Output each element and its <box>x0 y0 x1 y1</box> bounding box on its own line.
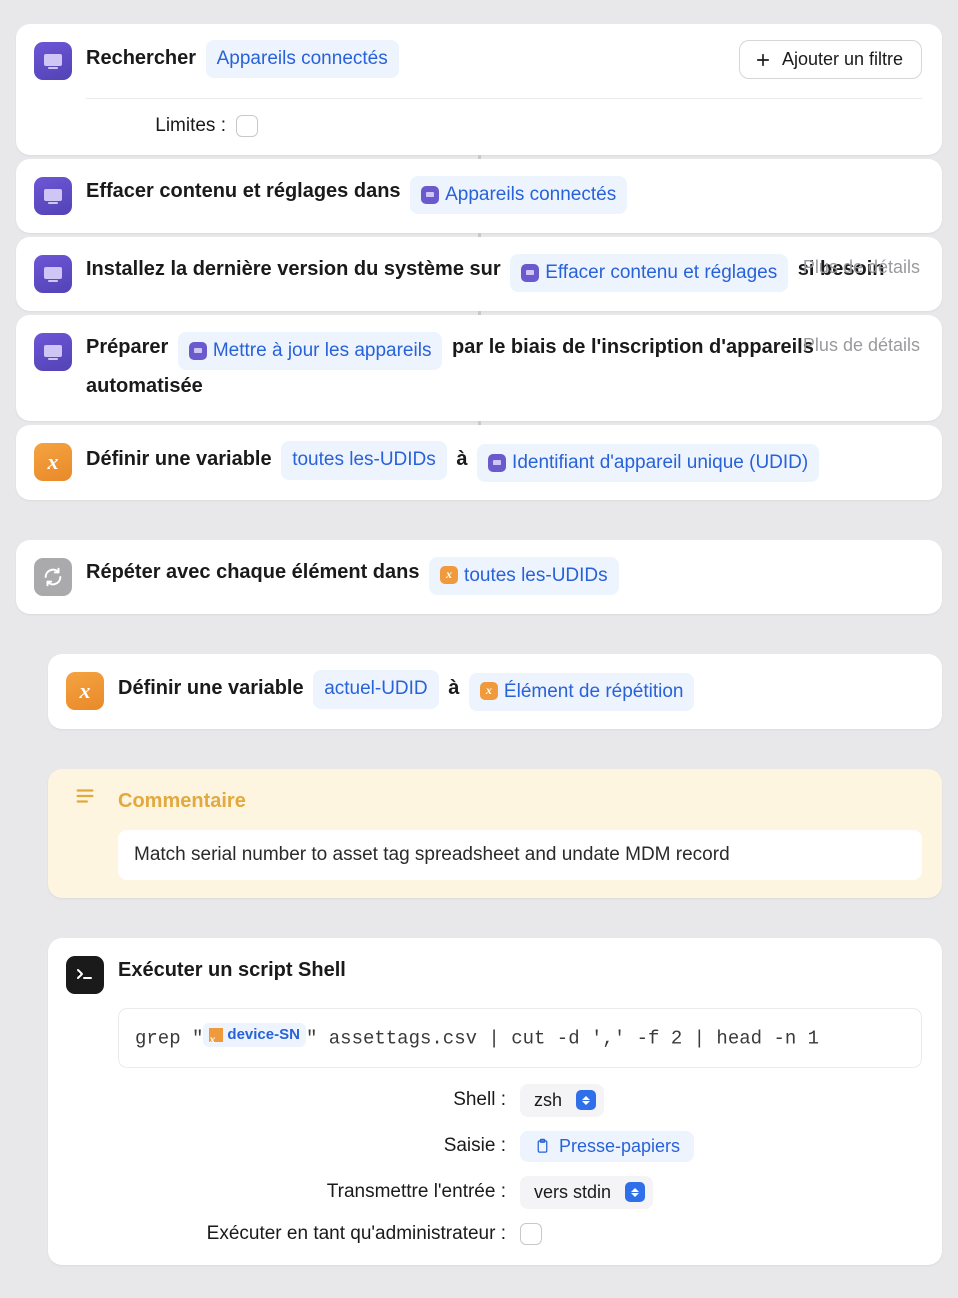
action-repeat[interactable]: Répéter avec chaque élément dans x toute… <box>16 540 942 614</box>
variable-value-token[interactable]: x Élément de répétition <box>469 673 695 711</box>
variable-mini-icon: x <box>480 682 498 700</box>
action-mid: à <box>448 677 459 699</box>
action-set-variable-current-udid[interactable]: x Définir une variable actuel-UDID à x É… <box>48 654 942 729</box>
param-admin: Exécuter en tant qu'administrateur : <box>66 1223 922 1245</box>
device-mini-icon <box>189 342 207 360</box>
param-pass-input: Transmettre l'entrée : vers stdin <box>66 1176 922 1209</box>
configurator-icon <box>34 177 72 215</box>
input-label: Saisie : <box>66 1135 506 1157</box>
action-title: Exécuter un script Shell <box>118 959 346 981</box>
param-shell: Shell : zsh <box>66 1084 922 1117</box>
action-set-variable-all-udids[interactable]: x Définir une variable toutes les-UDIDs … <box>16 425 942 500</box>
configurator-icon <box>34 333 72 371</box>
action-install[interactable]: Installez la dernière version du système… <box>16 237 942 311</box>
limits-checkbox[interactable] <box>236 115 258 137</box>
action-erase[interactable]: Effacer contenu et réglages dans Apparei… <box>16 159 942 233</box>
clipboard-icon <box>534 1138 551 1155</box>
chevron-updown-icon <box>576 1090 596 1110</box>
limits-label: Limites : <box>86 115 226 137</box>
repeat-icon <box>34 558 72 596</box>
action-comment[interactable]: Commentaire Match serial number to asset… <box>48 769 942 898</box>
shell-label: Shell : <box>66 1089 506 1111</box>
param-token-update-devices[interactable]: Mettre à jour les appareils <box>178 332 443 370</box>
admin-label: Exécuter en tant qu'administrateur : <box>66 1223 506 1245</box>
param-token-connected-devices[interactable]: Appareils connectés <box>410 176 627 214</box>
param-input: Saisie : Presse-papiers <box>66 1131 922 1162</box>
admin-checkbox[interactable] <box>520 1223 542 1245</box>
action-search[interactable]: Rechercher Appareils connectés Ajouter u… <box>16 24 942 155</box>
configurator-icon <box>34 42 72 80</box>
action-title: Définir une variable <box>118 677 304 699</box>
action-prepare[interactable]: Préparer Mettre à jour les appareils par… <box>16 315 942 421</box>
action-title: Installez la dernière version du système… <box>86 258 501 280</box>
param-token-erase-result[interactable]: Effacer contenu et réglages <box>510 254 788 292</box>
variable-mini-icon: x <box>209 1028 223 1042</box>
more-details-link[interactable]: Plus de détails <box>803 335 920 356</box>
comment-text[interactable]: Match serial number to asset tag spreads… <box>118 830 922 880</box>
variable-name-token[interactable]: toutes les-UDIDs <box>281 441 447 479</box>
action-title: Répéter avec chaque élément dans <box>86 561 419 583</box>
script-variable-token[interactable]: xdevice-SN <box>203 1023 306 1048</box>
device-mini-icon <box>421 186 439 204</box>
configurator-icon <box>34 255 72 293</box>
more-details-link[interactable]: Plus de détails <box>803 257 920 278</box>
action-run-shell-script[interactable]: Exécuter un script Shell grep "xdevice-S… <box>48 938 942 1265</box>
pass-label: Transmettre l'entrée : <box>66 1181 506 1203</box>
terminal-icon <box>66 956 104 994</box>
action-title: Rechercher <box>86 47 196 69</box>
limits-row: Limites : <box>86 98 922 137</box>
action-title: Effacer contenu et réglages dans <box>86 180 401 202</box>
variable-value-token[interactable]: Identifiant d'appareil unique (UDID) <box>477 444 819 482</box>
comment-title: Commentaire <box>118 790 246 812</box>
plus-icon <box>754 51 772 69</box>
action-title: Préparer <box>86 336 168 358</box>
variable-mini-icon: x <box>440 566 458 584</box>
param-token-connected-devices[interactable]: Appareils connectés <box>206 40 399 78</box>
device-mini-icon <box>488 454 506 472</box>
comment-icon <box>66 785 104 807</box>
action-title: Définir une variable <box>86 448 272 470</box>
variable-name-token[interactable]: actuel-UDID <box>313 670 438 708</box>
pass-input-select[interactable]: vers stdin <box>520 1176 653 1209</box>
variable-icon: x <box>34 443 72 481</box>
repeat-collection-token[interactable]: x toutes les-UDIDs <box>429 557 619 595</box>
action-mid: à <box>456 448 467 470</box>
chevron-updown-icon <box>625 1182 645 1202</box>
device-mini-icon <box>521 264 539 282</box>
input-clipboard-token[interactable]: Presse-papiers <box>520 1131 694 1162</box>
variable-icon: x <box>66 672 104 710</box>
add-filter-button[interactable]: Ajouter un filtre <box>739 40 922 79</box>
shell-script-input[interactable]: grep "xdevice-SN" assettags.csv | cut -d… <box>118 1008 922 1068</box>
shell-select[interactable]: zsh <box>520 1084 604 1117</box>
